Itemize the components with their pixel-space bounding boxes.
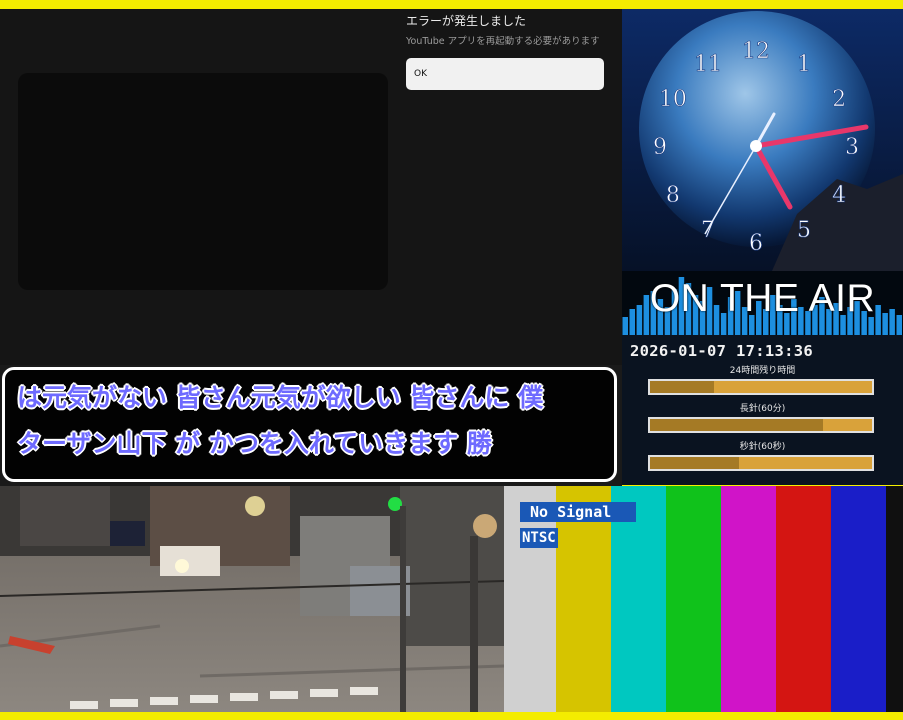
clock-numeral-5: 5 <box>797 218 811 243</box>
clock-numeral-1: 1 <box>797 52 811 77</box>
error-title: エラーが発生しました <box>406 14 527 28</box>
subtitle-line-1: は元気がない 皆さん元気が欲しい 皆さんに 僕 <box>17 383 544 412</box>
day-remaining-bar <box>648 379 874 395</box>
color-bar-5 <box>776 486 831 712</box>
minute-remaining-fill <box>650 419 824 431</box>
street-scene-image <box>0 486 504 712</box>
minute-remaining-caption: 長針(60分) <box>739 404 786 414</box>
clock-numeral-10: 10 <box>659 87 687 112</box>
clock-face: 121234567891011 <box>622 9 903 271</box>
time-remaining-panel: 2026-01-07 17:13:36 24時間残り時間 長針(60分) 秒針(… <box>622 335 903 485</box>
on-air-panel: ON THE AIR <box>622 271 903 335</box>
youtube-error-panel: エラーが発生しました YouTube アプリを再起動する必要があります OK <box>0 9 622 365</box>
color-bar-3 <box>666 486 721 712</box>
clock-numeral-8: 8 <box>666 183 680 208</box>
clock-numeral-2: 2 <box>832 87 846 112</box>
subtitle-panel: は元気がない 皆さん元気が欲しい 皆さんに 僕 ターザン山下 が かつを入れてい… <box>0 365 622 486</box>
ok-button[interactable]: OK <box>406 58 604 90</box>
frame-top-border <box>0 0 903 9</box>
second-remaining-caption: 秒針(60秒) <box>739 442 786 452</box>
video-player-area[interactable] <box>18 73 388 290</box>
subtitle-line-2: ターザン山下 が かつを入れていきます 勝 <box>17 429 492 458</box>
clock-numeral-11: 11 <box>694 52 722 77</box>
color-bar-4 <box>721 486 776 712</box>
error-message: YouTube アプリを再起動する必要があります <box>406 36 600 47</box>
clock-center-pin <box>750 140 762 152</box>
ntsc-label: NTSC <box>520 528 558 548</box>
color-bar-6 <box>831 486 886 712</box>
second-remaining-fill <box>650 457 739 469</box>
no-signal-test-pattern: No Signal NTSC <box>504 486 903 712</box>
subtitle-box: は元気がない 皆さん元気が欲しい 皆さんに 僕 ターザン山下 が かつを入れてい… <box>2 367 617 482</box>
clock-numeral-4: 4 <box>832 183 846 208</box>
day-remaining-caption: 24時間残り時間 <box>729 366 796 376</box>
on-air-label: ON THE AIR <box>649 277 876 320</box>
day-remaining-fill <box>650 381 715 393</box>
color-bar-7 <box>886 486 903 712</box>
street-camera-feed <box>0 486 504 712</box>
second-remaining-bar <box>648 455 874 471</box>
analog-clock-panel: 12 1 2 3 4 5 6 7 8 9 10 11 <box>622 9 903 271</box>
datetime-display: 2026-01-07 17:13:36 <box>630 342 814 360</box>
clock-numeral-12: 12 <box>742 39 770 64</box>
clock-numeral-3: 3 <box>845 135 859 160</box>
no-signal-label: No Signal <box>520 502 636 522</box>
clock-numeral-6: 6 <box>749 231 763 256</box>
clock-numeral-9: 9 <box>653 135 667 160</box>
minute-remaining-bar <box>648 417 874 433</box>
frame-bottom-border <box>0 712 903 720</box>
